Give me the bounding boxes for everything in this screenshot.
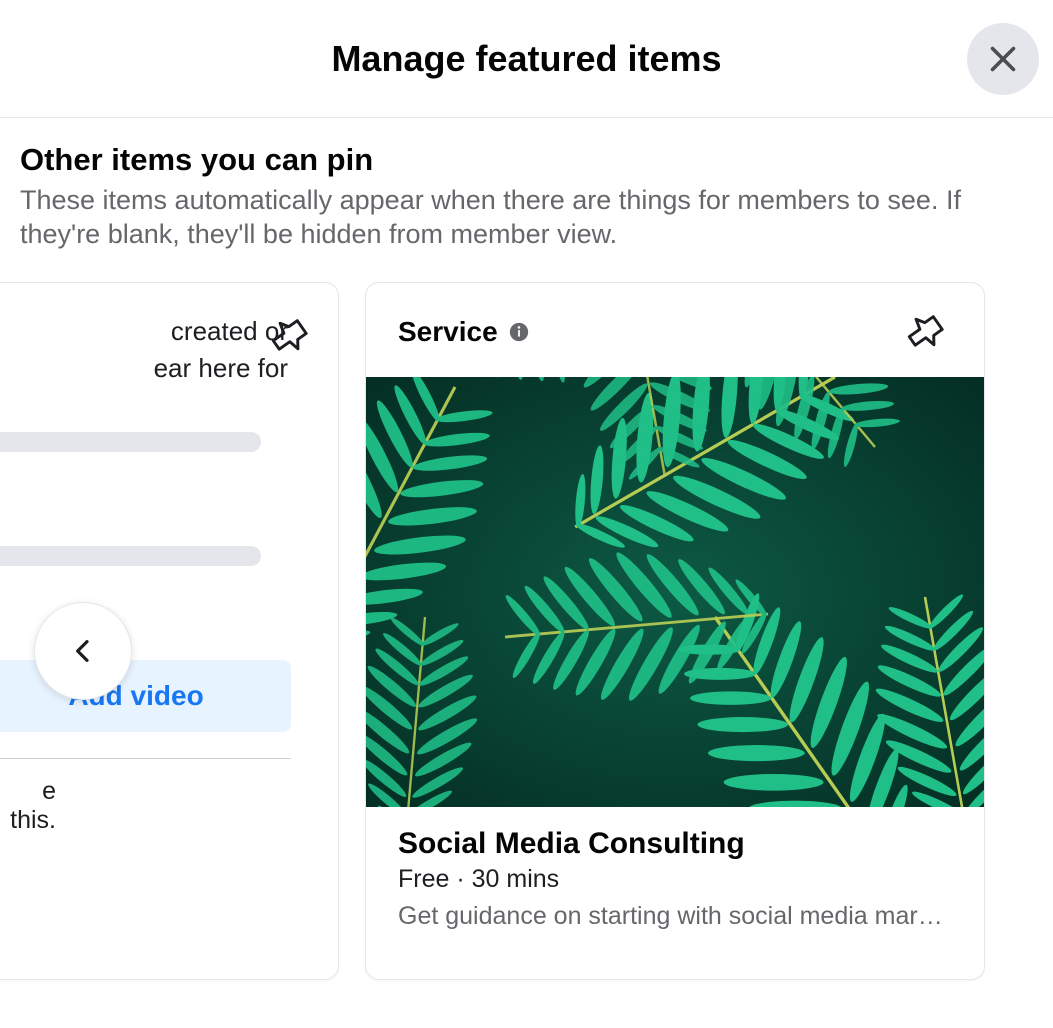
skeleton-bar [0, 432, 261, 452]
service-body: Social Media Consulting Free · 30 mins G… [366, 807, 984, 947]
section-description: These items automatically appear when th… [20, 184, 1020, 252]
modal-title: Manage featured items [331, 38, 721, 80]
pin-icon [267, 314, 311, 358]
service-label: Service [398, 316, 498, 348]
service-meta: Free · 30 mins [398, 865, 952, 894]
section-title: Other items you can pin [20, 142, 1033, 178]
pin-icon [903, 310, 947, 354]
info-icon[interactable] [508, 321, 530, 343]
service-card-header: Service [366, 283, 984, 359]
chevron-left-icon [67, 635, 99, 667]
pin-button[interactable] [262, 309, 316, 363]
cards-row: created or ear here for Add video e this… [20, 282, 1033, 980]
service-card[interactable]: Service [365, 282, 985, 980]
service-image [366, 377, 984, 807]
carousel-prev-button[interactable] [34, 602, 132, 700]
service-description: Get guidance on starting with social med… [398, 902, 952, 931]
divider [0, 758, 291, 759]
close-icon [985, 41, 1021, 77]
section-other-items: Other items you can pin These items auto… [0, 118, 1053, 1000]
fern-image [366, 377, 984, 807]
pin-button[interactable] [898, 305, 952, 359]
modal-header: Manage featured items [0, 0, 1053, 118]
close-button[interactable] [967, 23, 1039, 95]
service-title: Social Media Consulting [398, 827, 952, 861]
video-card-footer: e this. [0, 777, 308, 835]
service-label-wrap: Service [398, 316, 530, 348]
skeleton-bar [0, 546, 261, 566]
skeleton-placeholder [0, 432, 308, 566]
